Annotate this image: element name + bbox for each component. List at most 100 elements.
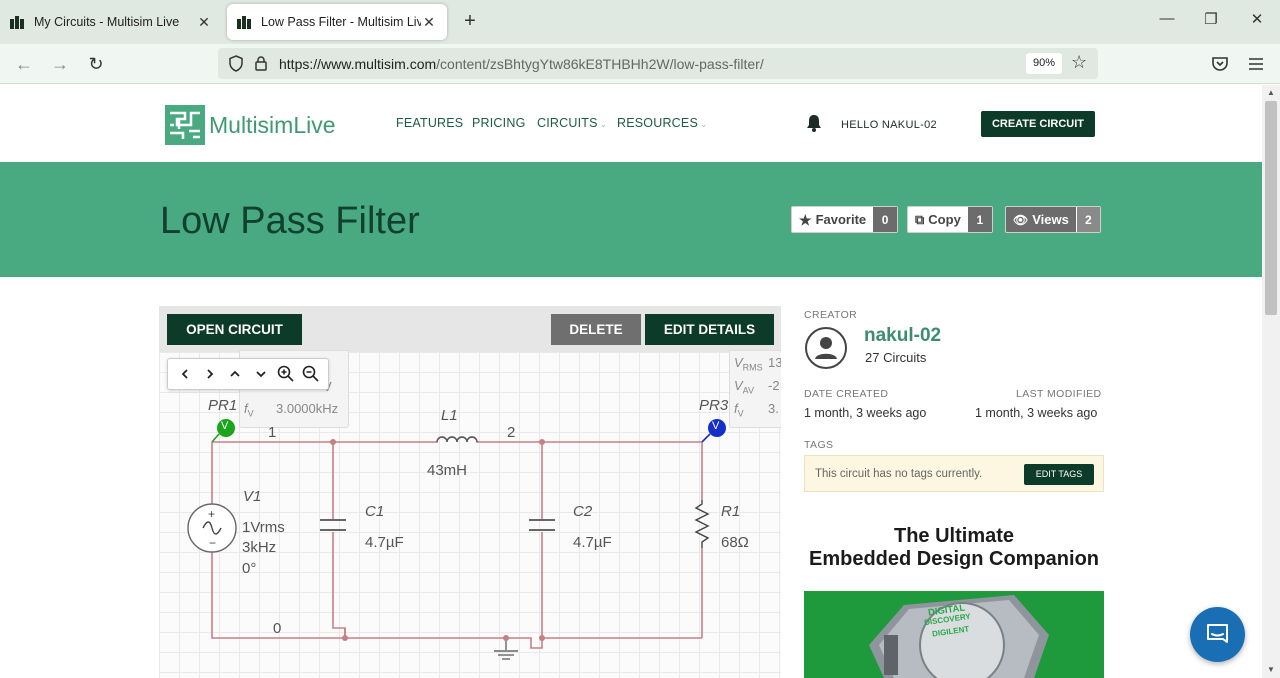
canvas-controls — [167, 358, 329, 390]
c2-value: 4.7µF — [573, 534, 612, 551]
views-button[interactable]: 👁 Views 2 — [1005, 206, 1101, 233]
brand-name[interactable]: MultisimLive — [209, 112, 336, 139]
bell-icon[interactable] — [804, 113, 824, 133]
shield-icon[interactable] — [228, 55, 244, 72]
pan-up-icon[interactable] — [225, 364, 245, 384]
pan-down-icon[interactable] — [251, 364, 271, 384]
pocket-icon[interactable] — [1210, 54, 1230, 74]
scroll-down-icon[interactable]: ▼ — [1262, 665, 1280, 674]
favorite-button[interactable]: ★ Favorite 0 — [791, 206, 899, 233]
delete-button[interactable]: DELETE — [551, 314, 641, 345]
bookmark-star-icon[interactable]: ☆ — [1071, 52, 1087, 73]
node-2-label: 2 — [507, 424, 516, 441]
svg-text:−: − — [209, 536, 216, 550]
close-window-icon[interactable]: ✕ — [1247, 10, 1267, 28]
schematic-canvas[interactable]: V fV 3.0000kHz VRMS 13 VAV -2 fV 3. — [159, 350, 781, 678]
page-scrollbar[interactable]: ▲ ▼ — [1262, 85, 1280, 678]
nav-circuits[interactable]: CIRCUITS ⌄ — [537, 116, 607, 130]
edit-details-button[interactable]: EDIT DETAILS — [645, 314, 774, 345]
address-bar[interactable]: https://www.multisim.com/content/zsBhtyg… — [218, 48, 1098, 79]
multisim-favicon-icon — [237, 15, 255, 29]
forward-icon[interactable]: → — [48, 52, 72, 76]
copy-label-wrap: ⧉ Copy — [908, 207, 968, 232]
multisim-logo-icon[interactable] — [165, 105, 205, 145]
date-created-value: 1 month, 3 weeks ago — [804, 406, 927, 420]
favorite-label-wrap: ★ Favorite — [792, 207, 873, 232]
zoom-level[interactable]: 90% — [1026, 53, 1062, 74]
browser-tab[interactable]: My Circuits - Multisim Live ✕ — [0, 4, 222, 40]
creator-name[interactable]: nakul-02 — [864, 325, 941, 347]
chevron-down-icon: ⌄ — [699, 119, 708, 129]
advertisement[interactable]: The Ultimate Embedded Design Companion D… — [804, 521, 1104, 678]
pan-left-icon[interactable] — [175, 364, 195, 384]
reload-icon[interactable]: ↻ — [84, 52, 108, 76]
create-circuit-button[interactable]: CREATE CIRCUIT — [981, 111, 1095, 137]
c1-name: C1 — [365, 503, 385, 520]
capacitor-c1 — [320, 519, 346, 531]
ad-line-1: The Ultimate — [893, 525, 1015, 547]
v1-frequency: 3kHz — [242, 539, 277, 556]
browser-tab-bar: My Circuits - Multisim Live ✕ Low Pass F… — [0, 0, 1280, 44]
back-icon[interactable]: ← — [12, 52, 36, 76]
site-header: MultisimLive FEATURES PRICING CIRCUITS ⌄ … — [0, 85, 1262, 162]
edit-tags-button[interactable]: EDIT TAGS — [1024, 464, 1094, 485]
v1-phase: 0° — [242, 560, 257, 577]
copy-count: 1 — [967, 207, 992, 232]
probe-pr1-tag: V — [221, 420, 229, 432]
node-0-label: 0 — [273, 620, 282, 637]
favorite-count: 0 — [873, 207, 898, 232]
user-greeting[interactable]: HELLO NAKUL-02 — [841, 119, 937, 131]
chat-support-button[interactable] — [1190, 607, 1245, 662]
zoom-out-icon[interactable] — [301, 364, 321, 384]
resistor-r1 — [694, 500, 710, 548]
tags-box: This circuit has no tags currently. EDIT… — [804, 455, 1104, 492]
chevron-down-icon: ⌄ — [599, 119, 608, 129]
avatar[interactable] — [804, 326, 848, 370]
views-label-wrap: 👁 Views — [1006, 207, 1076, 232]
ad-line-2: Embedded Design Companion — [808, 548, 1100, 570]
close-tab-icon[interactable]: ✕ — [421, 14, 437, 31]
svg-text:+: + — [208, 507, 215, 521]
url-host: https://www.multisim.com — [279, 56, 437, 72]
scroll-up-icon[interactable]: ▲ — [1262, 88, 1280, 97]
url-text: https://www.multisim.com/content/zsBhtyg… — [279, 56, 764, 72]
date-created-label: DATE CREATED — [804, 388, 889, 400]
menu-icon[interactable] — [1246, 54, 1266, 74]
c1-value: 4.7µF — [365, 534, 404, 551]
ground-symbol — [494, 638, 518, 660]
close-tab-icon[interactable]: ✕ — [196, 14, 212, 31]
schematic-drawing: + − — [187, 419, 726, 660]
probe-pr3-name: PR3 — [699, 397, 729, 414]
pan-right-icon[interactable] — [200, 364, 220, 384]
creator-circuit-count: 27 Circuits — [865, 350, 927, 365]
nav-features[interactable]: FEATURES — [396, 116, 463, 130]
probe-pr3-tag: V — [712, 420, 720, 432]
multisim-favicon-icon — [10, 15, 28, 29]
favorite-label: Favorite — [815, 211, 867, 227]
lock-icon[interactable] — [254, 55, 268, 72]
l1-name: L1 — [441, 407, 458, 424]
views-label: Views — [1032, 211, 1069, 227]
nav-pricing[interactable]: PRICING — [472, 116, 526, 130]
node-1-label: 1 — [268, 424, 277, 441]
views-count: 2 — [1075, 207, 1100, 232]
restore-icon[interactable]: ❐ — [1201, 10, 1221, 28]
tags-label: TAGS — [804, 439, 834, 451]
open-circuit-button[interactable]: OPEN CIRCUIT — [167, 314, 302, 345]
browser-tab-active[interactable]: Low Pass Filter - Multisim Live ✕ — [227, 4, 447, 40]
v1-name: V1 — [243, 488, 262, 505]
eye-icon: 👁 — [1013, 212, 1029, 227]
ad-headline: The Ultimate Embedded Design Companion — [804, 525, 1104, 571]
nav-circuits-label: CIRCUITS — [537, 116, 598, 130]
zoom-in-icon[interactable] — [276, 364, 296, 384]
v1-value: 1Vrms — [242, 519, 285, 536]
last-modified-value: 1 month, 3 weeks ago — [975, 406, 1098, 420]
scrollbar-thumb[interactable] — [1265, 101, 1277, 315]
probe-pr1-name: PR1 — [208, 397, 238, 414]
minimize-icon[interactable]: — — [1157, 10, 1177, 27]
nav-resources[interactable]: RESOURCES ⌄ — [617, 116, 708, 130]
chat-icon — [1207, 624, 1228, 643]
new-tab-icon[interactable]: + — [459, 10, 481, 33]
title-banner: Low Pass Filter ★ Favorite 0 ⧉ Copy 1 👁 Vie… — [0, 162, 1262, 277]
copy-button[interactable]: ⧉ Copy 1 — [907, 206, 993, 233]
